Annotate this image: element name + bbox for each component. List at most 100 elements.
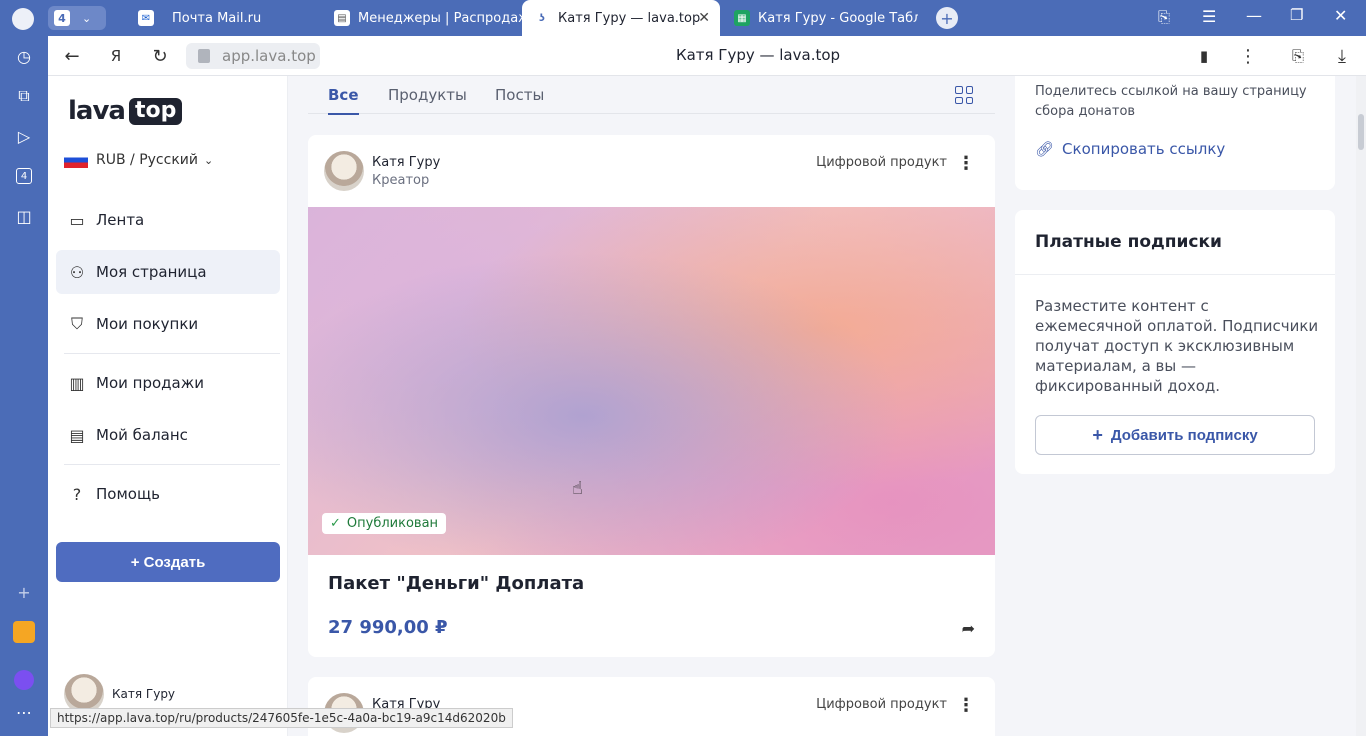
subscriptions-title: Платные подписки [1035,232,1222,252]
address-bar: ← Я ↻ app.lava.top Катя Гуру — lava.top … [48,36,1366,76]
browser-side-panel: ◷ ⧉ ▷ 4 ◫ + ⋯ [0,36,48,736]
user-icon: ⚇ [69,262,85,282]
tab-products[interactable]: Продукты [388,86,467,104]
yandex-icon[interactable]: Я [104,44,128,68]
hand-cursor-icon: ☝ [572,478,583,499]
copy-link-label: Скопировать ссылку [1062,140,1226,158]
tab-label: Катя Гуру - Google Табли [758,10,918,26]
avatar[interactable] [324,151,364,191]
add-subscription-label: Добавить подписку [1110,426,1258,444]
profile-icon[interactable] [12,8,34,30]
kebab-menu-icon[interactable]: ⋮ [957,695,975,716]
sidebar-item-label: Мой баланс [96,426,188,444]
chart-icon: ▥ [69,373,85,393]
divider [64,464,280,465]
close-tab-icon[interactable]: ✕ [698,10,710,26]
tab-lava[interactable]: ʖ Катя Гуру — lava.top ✕ [522,0,720,36]
tab-sheets[interactable]: ▦ Катя Гуру - Google Табли [722,0,918,36]
add-panel-icon[interactable]: + [12,580,36,604]
donate-text: Поделитесь ссылкой на вашу страницу сбор… [1035,84,1307,119]
restore-icon[interactable]: ❐ [1290,6,1303,24]
user-name: Катя Гуру [112,687,176,701]
left-sidebar: lava top RUB / Русский ⌄ ▭ Лента ⚇ Моя с… [48,76,288,736]
camera-icon[interactable]: ◫ [12,204,36,228]
divider [1015,274,1335,275]
tab-posts[interactable]: Посты [495,86,544,104]
bag-icon: ⛉ [70,314,83,333]
copy-link-button[interactable]: 🔗︎ Скопировать ссылку [1035,140,1225,158]
plus-icon: + [1092,424,1103,445]
status-bar-url: https://app.lava.top/ru/products/247605f… [50,708,513,728]
browser-tab-bar: 4 ⌄ ✉ Почта Mail.ru ▤ Менеджеры | Распро… [0,0,1366,36]
status-label: Опубликован [346,516,439,531]
doc-icon: ▤ [334,10,350,26]
product-type: Цифровой продукт [816,697,947,712]
share-icon[interactable]: ➦ [962,619,975,638]
sidebar-item-help[interactable]: ? Помощь [56,472,280,516]
content-filter-tabs: Все Продукты Посты [308,76,995,115]
author-name[interactable]: Катя Гуру [372,155,440,170]
create-button[interactable]: + Создать [56,542,280,582]
collections-side-icon[interactable]: ⧉ [12,84,36,108]
back-icon[interactable]: ← [60,44,84,68]
minimize-icon[interactable]: — [1246,6,1262,25]
check-icon: ✓ [330,516,341,531]
sidebar-item-label: Мои продажи [96,374,204,392]
page-title: Катя Гуру — lava.top [675,46,841,64]
sidebar-item-my-page[interactable]: ⚇ Моя страница [56,250,280,294]
add-subscription-button[interactable]: + Добавить подписку [1035,415,1315,455]
close-window-icon[interactable]: ✕ [1334,6,1347,25]
language-label: RUB / Русский [96,152,198,168]
tab-all[interactable]: Все [328,86,359,115]
product-title[interactable]: Пакет "Деньги" Доплата [328,573,584,594]
side-badge[interactable]: 4 [12,164,36,188]
divider [64,353,280,354]
logo-top: top [128,97,183,125]
extensions-icon[interactable]: ⎘ [1286,44,1310,68]
page-scrollbar[interactable] [1356,76,1366,736]
kebab-menu-icon[interactable]: ⋮ [957,153,975,174]
reload-icon[interactable]: ↻ [148,44,172,68]
grid-view-icon[interactable] [955,86,973,104]
product-card[interactable]: Катя Гуру Креатор Цифровой продукт ⋮ ✓ О… [308,135,995,657]
collections-icon[interactable]: ⎘ [1158,8,1170,26]
url-text: app.lava.top [222,47,316,65]
tab-label: Катя Гуру — lava.top [558,10,701,26]
author-role: Креатор [372,173,430,188]
lava-icon: ʖ [539,12,545,24]
download-icon[interactable]: ⤓ [1330,44,1354,68]
sidebar-item-sales[interactable]: ▥ Мои продажи [56,361,280,405]
alice-icon[interactable] [12,668,36,692]
sidebar-item-label: Моя страница [96,263,207,281]
card-header: Катя Гуру Креатор Цифровой продукт ⋮ [308,135,995,207]
scrollbar-thumb[interactable] [1358,114,1364,150]
tab-count-button[interactable]: 4 ⌄ [48,6,106,30]
new-tab-button[interactable]: + [936,7,958,29]
mail-app-icon[interactable] [12,620,36,644]
status-badge: ✓ Опубликован [322,513,447,534]
tab-count-badge: 4 [54,10,70,26]
play-icon[interactable]: ▷ [12,124,36,148]
tab-mail[interactable]: ✉ Почта Mail.ru [126,0,322,36]
feed-icon: ▭ [69,210,85,230]
history-icon[interactable]: ◷ [12,44,36,68]
kebab-menu-icon[interactable]: ⋮ [1236,44,1260,68]
bookmark-icon[interactable]: ▮ [1192,44,1216,68]
chevron-down-icon: ⌄ [203,153,214,167]
sidebar-item-purchases[interactable]: ⛉ Мои покупки [56,302,280,346]
product-cover-image[interactable]: ✓ Опубликован [308,207,995,555]
menu-icon[interactable]: ☰ [1202,7,1216,26]
tab-managers[interactable]: ▤ Менеджеры | Распродажа [322,0,522,36]
url-field[interactable]: app.lava.top [186,43,320,69]
lava-top-logo[interactable]: lava top [68,96,183,126]
sidebar-item-feed[interactable]: ▭ Лента [56,198,280,242]
language-selector[interactable]: RUB / Русский ⌄ [64,152,213,168]
chevron-down-icon: ⌄ [82,11,92,25]
logo-lava: lava [68,96,126,126]
sheets-icon: ▦ [734,10,750,26]
more-icon[interactable]: ⋯ [12,700,36,724]
tab-label: Почта Mail.ru [172,10,262,26]
sidebar-item-balance[interactable]: ▤ Мой баланс [56,413,280,457]
product-price: 27 990,00 ₽ [328,617,448,638]
subscriptions-card: Платные подписки Разместите контент с еж… [1015,210,1335,474]
